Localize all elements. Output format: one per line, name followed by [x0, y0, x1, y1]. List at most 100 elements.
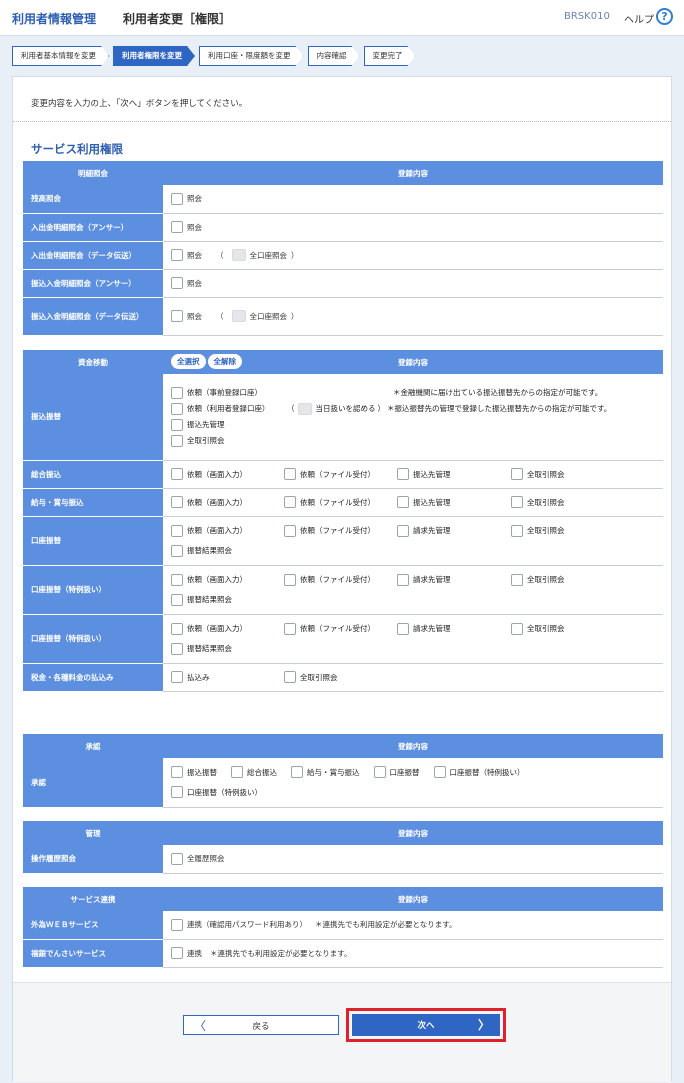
checkbox[interactable]	[511, 496, 523, 508]
option-label: 給与・賞与振込	[307, 767, 360, 777]
checkbox[interactable]	[171, 852, 183, 865]
table-row: 口座振替 依頼（画面入力） 依頼（ファイル受付） 請求先管理 全取引照会 振替結果照会	[23, 516, 663, 566]
checkbox[interactable]	[171, 418, 183, 431]
checkbox[interactable]	[511, 622, 523, 635]
back-label: 戻る	[252, 1022, 270, 1032]
checkbox[interactable]	[171, 524, 183, 537]
section-title: サービス利用権限	[31, 142, 123, 156]
button-area: 〈戻る 次へ〉	[13, 982, 671, 1082]
row-label: 入出金明細照会（アンサー）	[23, 213, 163, 242]
checkbox[interactable]	[397, 496, 409, 508]
note-text: ＊振込振替先の管理で登録した振込振替先からの指定が可能です。	[387, 404, 612, 414]
option-label: 依頼（事前登録口座）	[187, 388, 262, 398]
table-row: 総合振込 依頼（画面入力） 依頼（ファイル受付） 振込先管理 全取引照会	[23, 460, 663, 489]
checkbox[interactable]	[171, 918, 183, 931]
select-all-button[interactable]: 全選択	[171, 354, 206, 369]
row-label: 福銀でんさいサービス	[23, 939, 163, 968]
option-label: 依頼（ファイル受付）	[300, 497, 375, 507]
paren-open: （	[216, 250, 224, 260]
checkbox[interactable]	[231, 766, 243, 779]
option-label: 振替結果照会	[187, 595, 232, 604]
option-label: 当日扱いを認める	[315, 404, 376, 414]
checkbox[interactable]	[397, 524, 409, 537]
checkbox[interactable]	[171, 642, 183, 655]
transfer-header-right: 全選択 全解除 登録内容	[163, 350, 663, 374]
checkbox[interactable]	[397, 573, 409, 586]
checkbox[interactable]	[171, 496, 183, 508]
checkbox[interactable]	[171, 221, 183, 233]
checkbox[interactable]	[284, 524, 296, 537]
checkbox[interactable]	[171, 434, 183, 447]
next-button[interactable]: 次へ〉	[352, 1014, 500, 1036]
table-row: 残高照会 照会	[23, 185, 663, 214]
option-label: 依頼（画面入力）	[187, 526, 247, 535]
row-label: 口座振替（特例扱い）	[23, 565, 163, 615]
checkbox[interactable]	[511, 573, 523, 586]
checkbox[interactable]	[171, 468, 183, 480]
checkbox[interactable]	[171, 310, 183, 322]
table-row: 税金・各種料金の払込み 払込み 全取引照会	[23, 663, 663, 692]
inquiry-table: 明細照会 登録内容 残高照会 照会 入出金明細照会（アンサー） 照会 入出金明細照会（…	[23, 161, 663, 336]
option-label: 全履歴照会	[187, 854, 225, 864]
checkbox[interactable]	[397, 622, 409, 635]
checkbox[interactable]	[511, 468, 523, 480]
checkbox[interactable]	[284, 496, 296, 508]
checkbox[interactable]	[291, 766, 303, 779]
row-label: 振込振替	[23, 374, 163, 461]
checkbox[interactable]	[284, 671, 296, 683]
page-title: 利用者変更［権限］	[123, 12, 232, 26]
checkbox[interactable]	[171, 402, 183, 415]
checkbox[interactable]	[373, 766, 386, 779]
step-accounts-limits: 利用口座・限度額を変更	[199, 46, 304, 66]
checkbox[interactable]	[171, 622, 183, 635]
checkbox[interactable]	[171, 544, 183, 557]
row-label: 口座振替	[23, 516, 163, 566]
table-row: 振込入金明細照会（アンサー） 照会	[23, 269, 663, 298]
checkbox[interactable]	[171, 786, 183, 799]
option-label: 振込先管理	[187, 420, 225, 430]
table-row: 振込入金明細照会（データ伝送） 照会 （ 全口座照会）	[23, 297, 663, 336]
checkbox[interactable]	[171, 277, 183, 289]
option-label: 口座振替	[389, 767, 420, 777]
checkbox[interactable]	[171, 192, 183, 205]
option-label: 請求先管理	[413, 526, 451, 535]
option-label: 依頼（ファイル受付）	[300, 624, 375, 633]
row-label: 振込入金明細照会（データ伝送）	[23, 297, 163, 336]
option-label: 口座振替（特例扱い）	[187, 787, 262, 797]
inquiry-header-left: 明細照会	[23, 161, 163, 185]
checkbox[interactable]	[171, 593, 183, 606]
checkbox[interactable]	[284, 622, 296, 635]
option-label: 払込み	[187, 672, 210, 682]
checkbox[interactable]	[397, 468, 409, 480]
checkbox[interactable]	[284, 573, 296, 586]
checkbox[interactable]	[171, 249, 183, 261]
clear-all-button[interactable]: 全解除	[207, 354, 242, 369]
checkbox[interactable]	[171, 947, 183, 959]
paren-open: （	[216, 311, 224, 321]
option-label: 照会	[187, 222, 202, 232]
checkbox-disabled	[297, 402, 312, 415]
step-basic-info: 利用者基本情報を変更	[12, 46, 109, 66]
checkbox[interactable]	[284, 468, 296, 480]
option-label: 依頼（画面入力）	[187, 624, 247, 633]
checkbox[interactable]	[171, 766, 183, 779]
approval-table: 承認 登録内容 承認 振込振替 総合振込 給与・賞与振込 口座振替 口座振替（特例扱い） …	[23, 734, 663, 808]
option-label: 振替結果照会	[187, 546, 232, 555]
option-label: 連携（確認用パスワード利用あり）	[187, 920, 307, 930]
checkbox[interactable]	[171, 573, 183, 586]
checkbox[interactable]	[511, 524, 523, 537]
checkbox[interactable]	[171, 671, 183, 683]
chevron-right-icon: 〉	[477, 1018, 490, 1032]
linkage-header-left: サービス連携	[23, 887, 163, 911]
help-link[interactable]: ヘルプ	[624, 11, 654, 26]
option-label: 照会	[187, 194, 202, 204]
transfer-table: 資金移動 全選択 全解除 登録内容 振込振替 依頼（事前登録口座） ＊金融機関に届け出て…	[23, 350, 663, 692]
checkbox[interactable]	[433, 766, 446, 779]
table-row: 入出金明細照会（アンサー） 照会	[23, 213, 663, 242]
progress-steps: 利用者基本情報を変更 利用者権限を変更 利用口座・限度額を変更 内容確認 変更完…	[12, 46, 420, 66]
back-button[interactable]: 〈戻る	[183, 1015, 339, 1035]
help-icon[interactable]: ?	[656, 8, 673, 25]
checkbox[interactable]	[171, 386, 183, 399]
option-label: 依頼（画面入力）	[187, 469, 247, 479]
header-label: 登録内容	[398, 357, 428, 367]
